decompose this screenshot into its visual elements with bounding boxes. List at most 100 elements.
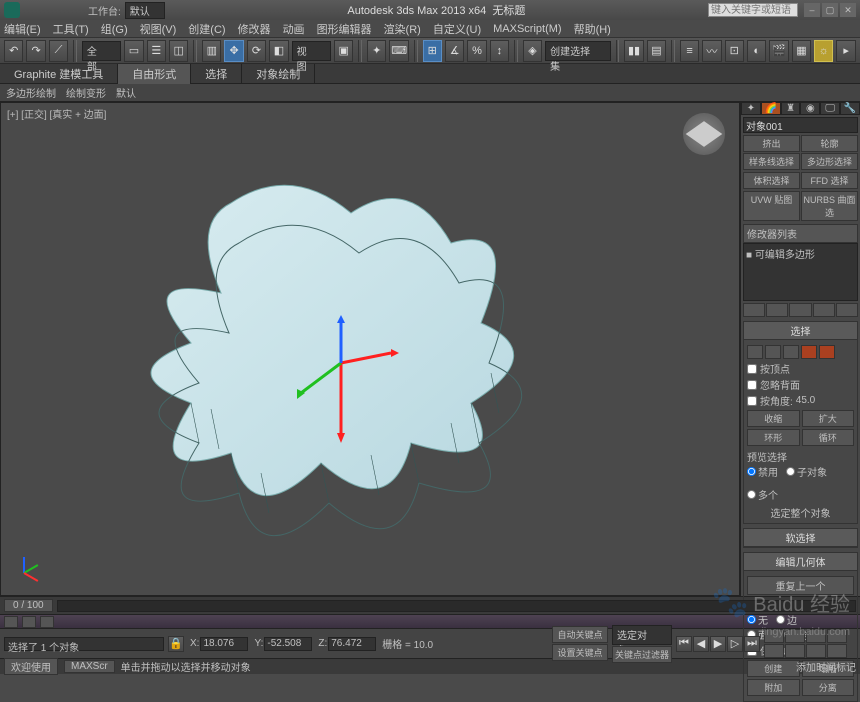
constraint-edge[interactable] <box>776 615 785 624</box>
btn-outline[interactable]: 轮廓 <box>801 135 858 152</box>
menu-customize[interactable]: 自定义(U) <box>433 21 481 37</box>
nav-fov[interactable] <box>827 629 847 643</box>
tab-maxscript[interactable]: MAXScr <box>64 660 115 673</box>
rollout-selection-header[interactable]: 选择 <box>744 322 857 340</box>
time-track[interactable] <box>57 600 856 612</box>
play-button[interactable]: ▶ <box>710 636 726 652</box>
subobj-element[interactable] <box>819 345 835 359</box>
menu-view[interactable]: 视图(V) <box>140 21 177 37</box>
menu-modifiers[interactable]: 修改器 <box>238 21 271 37</box>
menu-group[interactable]: 组(G) <box>101 21 128 37</box>
subobj-polygon[interactable] <box>801 345 817 359</box>
ref-coord-dropdown[interactable]: 视图 <box>292 41 331 61</box>
subribbon-polydraw[interactable]: 多边形绘制 <box>6 85 56 100</box>
btn-spline-sel[interactable]: 样条线选择 <box>743 153 800 170</box>
time-tag-label[interactable]: 添加时间标记 <box>796 659 856 674</box>
lock-selection[interactable]: 🔒 <box>168 636 184 652</box>
btn-detach[interactable]: 分离 <box>802 679 855 696</box>
constraint-none[interactable] <box>747 615 756 624</box>
goto-end[interactable]: ⏭ <box>744 636 760 652</box>
viewport[interactable]: [+] [正交] [真实 + 边面] <box>0 102 740 596</box>
autokey-button[interactable]: 自动关键点 <box>552 626 608 643</box>
btn-grow[interactable]: 扩大 <box>802 410 855 427</box>
subobj-vertex[interactable] <box>747 345 763 359</box>
select-rect-button[interactable]: ◫ <box>169 40 188 62</box>
btn-nurbs[interactable]: NURBS 曲面选 <box>801 191 858 221</box>
btn-ffd-sel[interactable]: FFD 选择 <box>801 172 858 189</box>
stack-pin[interactable] <box>743 303 765 317</box>
menu-animation[interactable]: 动画 <box>283 21 305 37</box>
viewport-label[interactable]: [+] [正交] [真实 + 边面] <box>7 106 106 121</box>
percent-snap-button[interactable]: % <box>467 40 486 62</box>
track-bar[interactable] <box>0 614 860 628</box>
cmdtab-display[interactable]: 🖵 <box>820 102 840 115</box>
render-setup-button[interactable]: 🎬 <box>769 40 788 62</box>
time-slider[interactable]: 0 / 100 <box>0 596 860 614</box>
help-search-input[interactable] <box>708 3 798 17</box>
trackbar-btn2[interactable] <box>22 616 36 628</box>
manipulate-button[interactable]: ✦ <box>367 40 386 62</box>
btn-shrink[interactable]: 收缩 <box>747 410 800 427</box>
nav-max[interactable] <box>806 644 826 658</box>
ribbon-tab-freeform[interactable]: 自由形式 <box>118 64 191 84</box>
preview-sub[interactable] <box>786 467 795 476</box>
nav-zoom-ext[interactable] <box>806 629 826 643</box>
render-prod-button[interactable]: ▸ <box>836 40 855 62</box>
schematic-button[interactable]: ⊡ <box>725 40 744 62</box>
coord-y[interactable]: -52.508 <box>264 637 312 651</box>
nav-orbit[interactable] <box>785 644 805 658</box>
select-scale-button[interactable]: ◧ <box>269 40 288 62</box>
named-sel-button[interactable]: ◈ <box>523 40 542 62</box>
maximize-button[interactable]: ▢ <box>822 3 838 17</box>
btn-loop[interactable]: 循环 <box>802 429 855 446</box>
pivot-center-button[interactable]: ▣ <box>334 40 353 62</box>
material-editor-button[interactable]: ◐ <box>747 40 766 62</box>
coord-z[interactable]: 76.472 <box>328 637 376 651</box>
tab-welcome[interactable]: 欢迎使用 <box>4 658 58 675</box>
spinner-snap-button[interactable]: ↕ <box>490 40 509 62</box>
subobj-edge[interactable] <box>765 345 781 359</box>
btn-vol-sel[interactable]: 体积选择 <box>743 172 800 189</box>
select-rotate-button[interactable]: ⟳ <box>247 40 266 62</box>
rollout-softsel-header[interactable]: 软选择 <box>744 529 857 547</box>
render-frame-button[interactable]: ▦ <box>792 40 811 62</box>
btn-poly-sel[interactable]: 多边形选择 <box>801 153 858 170</box>
viewcube[interactable] <box>683 113 725 155</box>
nav-zoom[interactable] <box>764 629 784 643</box>
selection-filter-dropdown[interactable]: 全部 <box>82 41 121 61</box>
ribbon-tab-selection[interactable]: 选择 <box>191 64 242 84</box>
minimize-button[interactable]: – <box>804 3 820 17</box>
scene-object[interactable] <box>51 143 611 583</box>
modifier-stack[interactable]: ■ 可编辑多边形 <box>743 243 858 301</box>
layers-button[interactable]: ≡ <box>680 40 699 62</box>
ribbon-tab-graphite[interactable]: Graphite 建模工具 <box>0 64 118 84</box>
menu-render[interactable]: 渲染(R) <box>384 21 421 37</box>
goto-start[interactable]: ⏮ <box>676 636 692 652</box>
angle-snap-button[interactable]: ∡ <box>445 40 464 62</box>
stack-show[interactable] <box>766 303 788 317</box>
mirror-button[interactable]: ▮▮ <box>624 40 643 62</box>
select-object-button[interactable]: ▭ <box>124 40 143 62</box>
select-move-button[interactable]: ✥ <box>224 40 243 62</box>
cmdtab-hierarchy[interactable]: ♜ <box>781 102 801 115</box>
menu-help[interactable]: 帮助(H) <box>574 21 611 37</box>
chk-by-angle[interactable] <box>747 396 757 406</box>
rollout-editgeo-header[interactable]: 编辑几何体 <box>744 553 857 571</box>
cmdtab-create[interactable]: ✦ <box>741 102 761 115</box>
subobj-border[interactable] <box>783 345 799 359</box>
angle-spinner[interactable]: 45.0 <box>796 395 815 406</box>
nav-min[interactable] <box>827 644 847 658</box>
chk-ignore-backfacing[interactable] <box>747 380 757 390</box>
preview-off[interactable] <box>747 467 756 476</box>
frame-indicator[interactable]: 0 / 100 <box>4 599 53 612</box>
select-by-name-button[interactable]: ☰ <box>147 40 166 62</box>
stack-config[interactable] <box>836 303 858 317</box>
curve-editor-button[interactable]: 〰 <box>702 40 721 62</box>
key-filter-dd[interactable]: 选定对象 <box>612 625 672 645</box>
subribbon-default[interactable]: 默认 <box>116 85 136 100</box>
menu-create[interactable]: 创建(C) <box>188 21 225 37</box>
btn-repeat-last[interactable]: 重复上一个 <box>747 576 854 595</box>
btn-create[interactable]: 创建 <box>747 660 800 677</box>
trackbar-btn1[interactable] <box>4 616 18 628</box>
next-frame[interactable]: ▷ <box>727 636 743 652</box>
